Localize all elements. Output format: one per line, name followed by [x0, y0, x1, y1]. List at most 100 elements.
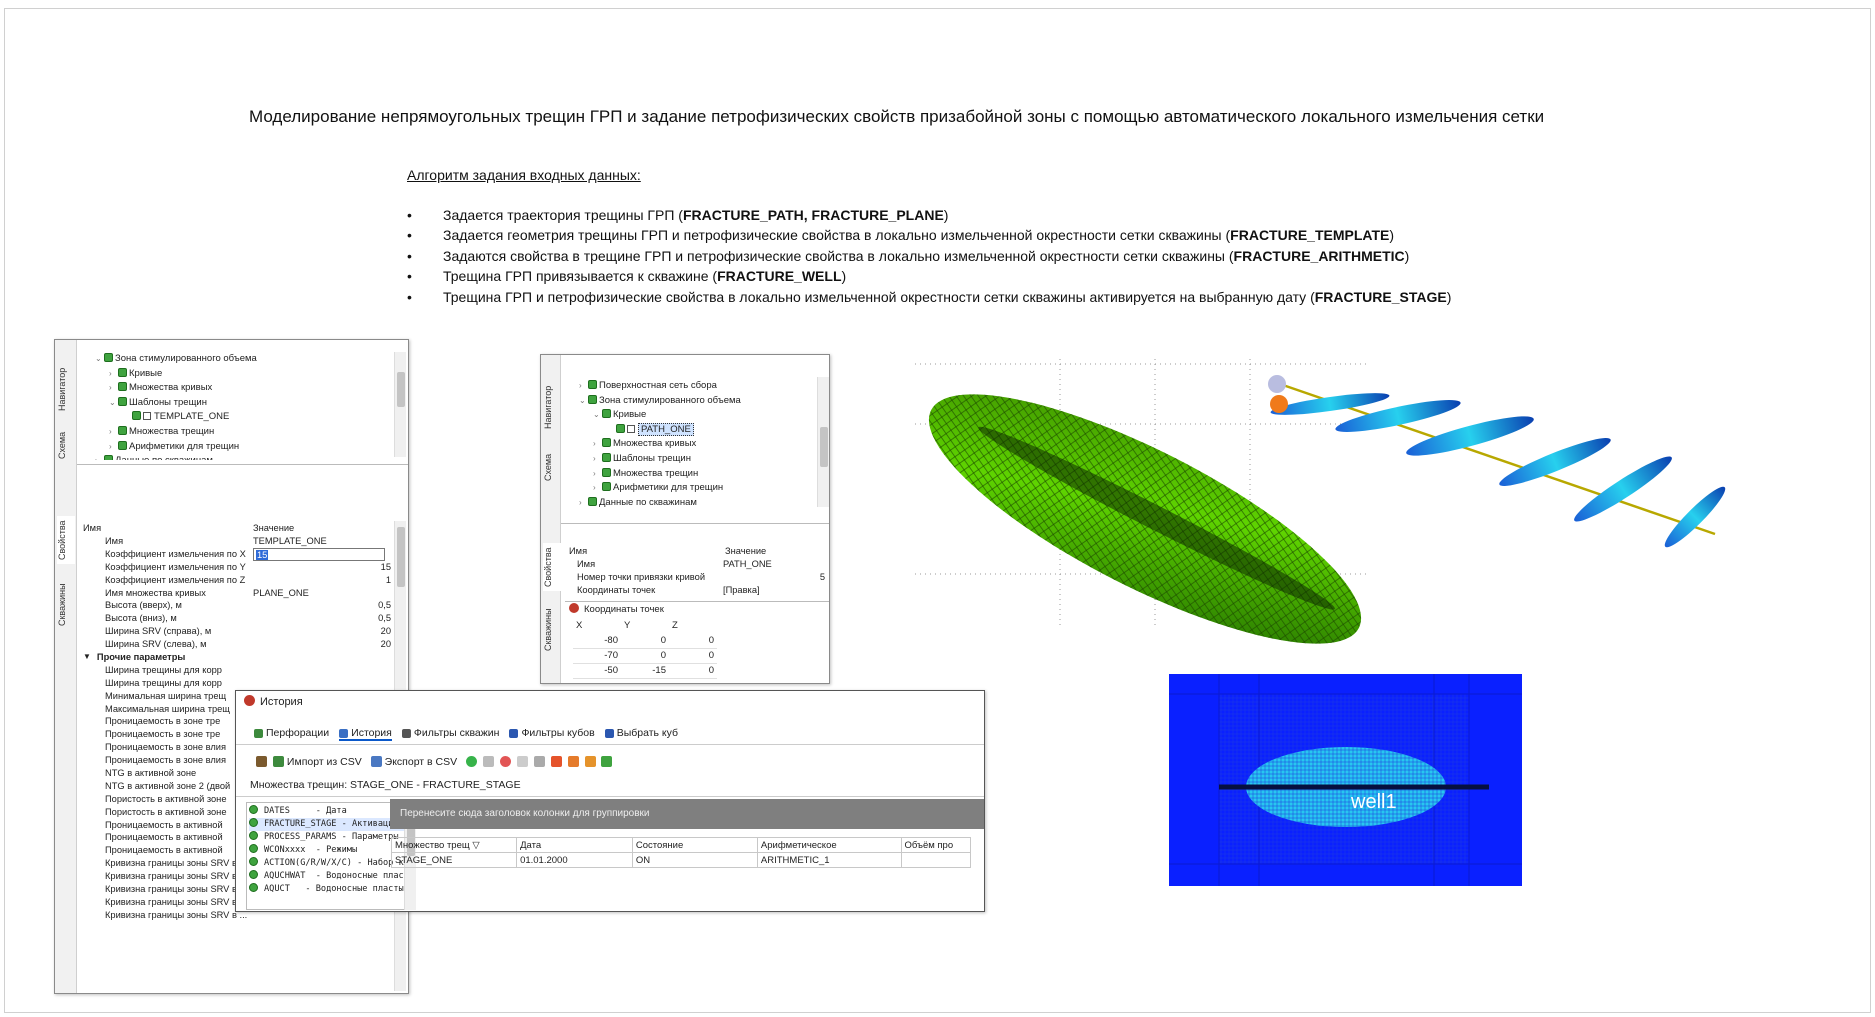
property-row[interactable]: Имя множества кривых PLANE_ONE [105, 587, 395, 600]
chevron-icon[interactable]: › [109, 440, 118, 455]
stages-cell[interactable]: 01.01.2000 [516, 852, 633, 868]
history-tab[interactable]: История [339, 727, 392, 741]
keyword-item[interactable]: FRACTURE_STAGE - Активация множ [249, 818, 415, 831]
chevron-icon[interactable]: ⌄ [579, 394, 588, 409]
stages-column[interactable]: Объём про [900, 837, 971, 853]
tree-node[interactable]: ⌄ Шаблоны трещин [95, 396, 395, 411]
chevron-icon[interactable]: › [109, 367, 118, 382]
move-icon[interactable] [601, 756, 613, 767]
filter-icon[interactable]: ▽ [470, 840, 479, 851]
tree-node[interactable]: › Множества трещин [579, 467, 819, 482]
chevron-icon[interactable]: › [579, 496, 588, 511]
stages-cell[interactable]: ON [631, 852, 758, 868]
tab-properties[interactable]: Свойства [57, 516, 75, 564]
chevron-icon[interactable]: › [579, 379, 588, 394]
property-row[interactable]: Коэффициент измельчения по Z 1 [105, 574, 395, 587]
chevron-icon[interactable]: › [109, 425, 118, 440]
coords-cell[interactable]: 0 [621, 633, 669, 649]
stages-cell[interactable]: ARITHMETIC_1 [756, 852, 902, 868]
open-icon[interactable] [256, 756, 267, 767]
tree-node[interactable]: TEMPLATE_ONE [95, 410, 395, 425]
tab-navigator[interactable]: Навигатор [57, 358, 75, 420]
tree-node[interactable]: › Арифметики для трещин [95, 440, 395, 455]
keyword-item[interactable]: WCONxxxx - Режимы [249, 844, 413, 857]
delete-icon[interactable] [550, 756, 562, 767]
chevron-icon[interactable]: ⌄ [95, 352, 104, 367]
tree-scrollbar[interactable] [394, 352, 406, 457]
tree-node[interactable]: ⌄ Зона стимулированного объема [579, 394, 819, 409]
checkbox[interactable] [143, 412, 151, 421]
coords-cell[interactable]: -80 [573, 633, 621, 649]
keyword-item[interactable]: AQUCT - Водоносные пласты Ка [249, 883, 415, 896]
tree-node[interactable]: › Поверхностная сеть сбора [579, 379, 819, 394]
tree-node[interactable]: ⌄ Зона стимулированного объема [95, 352, 395, 367]
property-row[interactable]: Высота (вниз), м 0,5 [105, 612, 395, 625]
tab-wells[interactable]: Скважины [57, 580, 75, 630]
export-csv-button[interactable]: Экспорт в CSV [370, 753, 457, 771]
grid-delete-icon[interactable] [584, 756, 596, 767]
property-row[interactable]: Ширина SRV (слева), м 20 [105, 638, 395, 651]
property-row[interactable]: Имя PATH_ONE [577, 558, 829, 571]
tree-node[interactable]: › Данные по скважинам [95, 454, 395, 460]
stages-column[interactable]: Состояние [631, 837, 758, 853]
tree-scrollbar[interactable] [817, 377, 829, 507]
property-row[interactable]: Номер точки привязки кривой 5 [577, 571, 829, 584]
property-row[interactable]: Ширина трещины для корр [105, 677, 395, 690]
chevron-icon[interactable]: › [109, 381, 118, 396]
coords-cell[interactable]: -50 [573, 663, 621, 679]
keyword-item[interactable]: DATES - Дата [249, 805, 413, 818]
add-icon[interactable] [466, 756, 478, 767]
chevron-icon[interactable]: › [593, 481, 602, 496]
property-row[interactable]: Коэффициент измельчения по X 15 [105, 547, 395, 561]
group-other-params[interactable]: ▼ Прочие параметры [81, 651, 395, 664]
tree-node[interactable]: › Множества кривых [95, 381, 395, 396]
stages-row[interactable]: STAGE_ONE 01.01.2000 ON ARITHMETIC_1 [390, 852, 971, 868]
history-tab[interactable]: Фильтры кубов [509, 727, 595, 739]
tree-node[interactable]: › Множества кривых [579, 437, 819, 452]
coords-cell[interactable]: 0 [669, 648, 717, 664]
keyword-item[interactable]: PROCESS_PARAMS - Параметры расч [249, 831, 415, 844]
coords-cell[interactable]: -70 [573, 648, 621, 664]
paste-icon[interactable] [516, 756, 528, 767]
tab-wells[interactable]: Скважины [543, 605, 561, 655]
stages-column[interactable]: Арифметическое [756, 837, 902, 853]
tree-node[interactable]: › Арифметики для трещин [579, 481, 819, 496]
keyword-item[interactable]: AQUCHWAT - Водоносные пласты по [249, 870, 414, 883]
chevron-icon[interactable]: › [593, 452, 602, 467]
stages-cell[interactable] [900, 852, 971, 868]
checkbox[interactable] [627, 424, 635, 433]
tree-node[interactable]: › Данные по скважинам [579, 496, 819, 511]
tab-navigator[interactable]: Навигатор [543, 377, 561, 437]
coords-row[interactable]: -80 0 0 [573, 633, 717, 649]
import-csv-button[interactable]: Импорт из CSV [272, 753, 362, 771]
refine-x-input[interactable]: 15 [253, 547, 385, 561]
chevron-icon[interactable]: › [593, 467, 602, 482]
chevron-icon[interactable]: ⌄ [593, 408, 602, 423]
property-row[interactable]: Координаты точек [Правка] [577, 584, 829, 597]
property-row[interactable]: Коэффициент измельчения по Y 15 [105, 561, 395, 574]
coords-row[interactable]: -70 0 0 [573, 648, 717, 664]
coords-row[interactable]: -50 -15 0 [573, 663, 717, 679]
tree-node[interactable]: ⌄ Кривые [579, 408, 819, 423]
history-tab[interactable]: Фильтры скважин [401, 727, 499, 739]
stages-column[interactable]: Множество трещ ▽ [390, 837, 518, 853]
tree-node[interactable]: PATH_ONE [579, 422, 819, 438]
tab-properties[interactable]: Свойства [543, 543, 561, 591]
coords-cell[interactable]: -15 [621, 663, 669, 679]
tree-node[interactable]: › Кривые [95, 367, 395, 382]
coords-cell[interactable]: 0 [669, 633, 717, 649]
stages-column[interactable]: Дата [516, 837, 633, 853]
property-row[interactable]: Имя TEMPLATE_ONE [105, 535, 395, 548]
history-tab[interactable]: Перфорации [254, 727, 329, 739]
stages-cell[interactable]: STAGE_ONE [390, 852, 518, 868]
coords-cell[interactable]: 0 [669, 663, 717, 679]
tree-node[interactable]: › Шаблоны трещин [579, 452, 819, 467]
stop-icon[interactable] [499, 756, 511, 767]
tab-schema[interactable]: Схема [57, 426, 75, 464]
copy-icon[interactable] [482, 756, 494, 767]
tree-node[interactable]: › Множества трещин [95, 425, 395, 440]
cut-icon[interactable] [567, 756, 579, 767]
coords-cell[interactable]: 0 [621, 648, 669, 664]
check-icon[interactable] [533, 756, 545, 767]
chevron-icon[interactable]: › [593, 437, 602, 452]
